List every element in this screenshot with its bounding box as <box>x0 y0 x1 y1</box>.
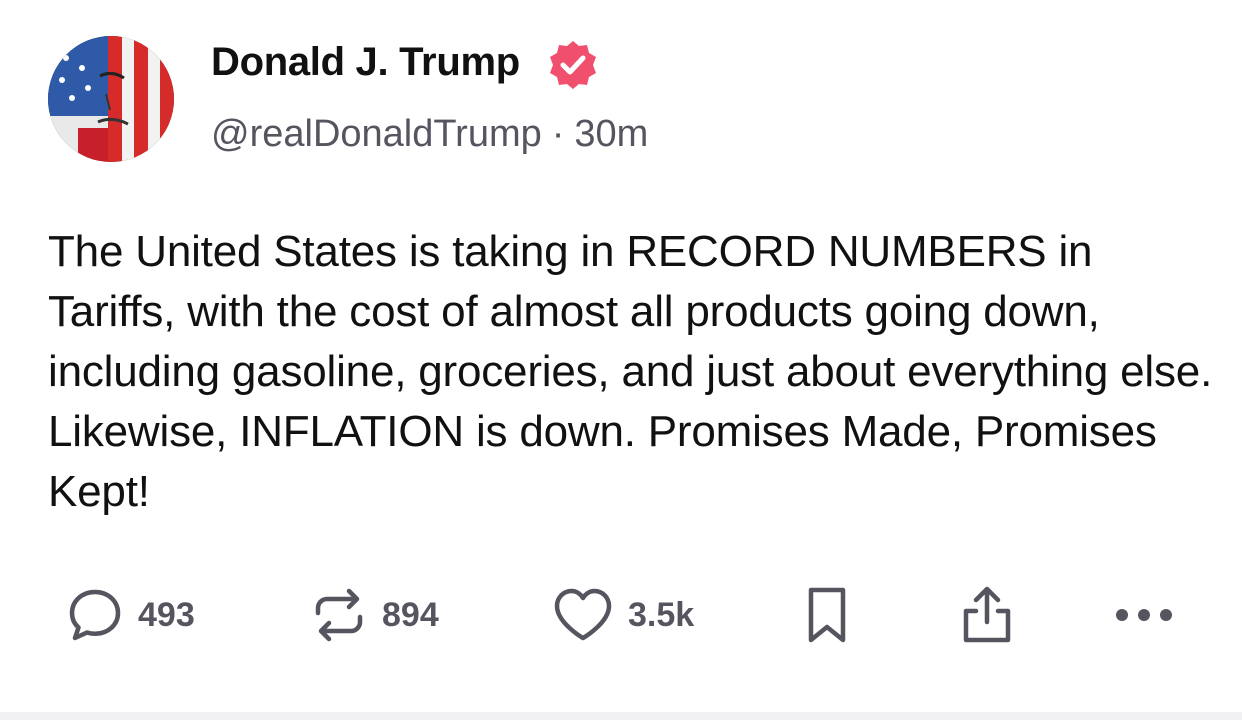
like-count: 3.5k <box>628 595 695 634</box>
heart-icon <box>554 588 612 641</box>
post-timestamp[interactable]: 30m <box>574 113 648 155</box>
author-handle[interactable]: @realDonaldTrump <box>211 113 542 155</box>
reply-icon <box>69 589 121 641</box>
reply-button[interactable]: 493 <box>66 580 195 650</box>
action-bar: 493 894 3.5k <box>0 580 1242 650</box>
post-card: Donald J. Trump @realDonaldTrump · 30m The… <box>0 0 1242 720</box>
verified-badge-icon <box>546 38 600 92</box>
avatar[interactable] <box>48 36 174 162</box>
more-options-button[interactable] <box>1112 580 1176 650</box>
author-display-name[interactable]: Donald J. Trump <box>211 40 520 85</box>
bookmark-icon <box>808 587 846 643</box>
post-divider <box>0 712 1242 720</box>
share-icon <box>963 586 1011 643</box>
meta-separator: · <box>551 113 565 155</box>
more-icon <box>1116 609 1172 621</box>
like-button[interactable]: 3.5k <box>552 580 694 650</box>
repost-button[interactable]: 894 <box>310 580 439 650</box>
repost-icon <box>315 588 363 642</box>
avatar-image <box>48 36 174 162</box>
bookmark-button[interactable] <box>802 580 852 650</box>
share-button[interactable] <box>958 580 1016 650</box>
post-body-text: The United States is taking in RECORD NU… <box>48 227 1213 516</box>
reply-count: 493 <box>138 595 195 634</box>
author-meta: @realDonaldTrump · 30m <box>211 113 648 156</box>
repost-count: 894 <box>382 595 439 634</box>
